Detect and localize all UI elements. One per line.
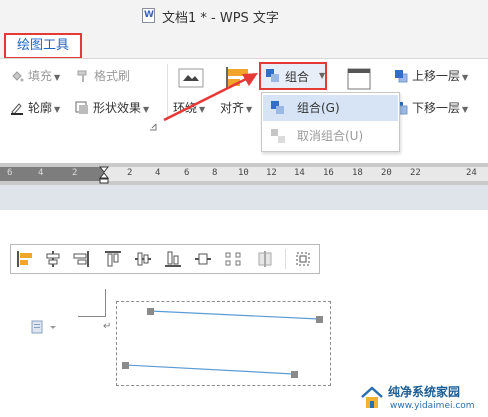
ruler-label: 20 <box>381 168 392 178</box>
line-handle[interactable] <box>122 362 129 369</box>
align-middle-icon[interactable] <box>135 251 151 267</box>
tab-drawing-tools[interactable]: 绘图工具 <box>4 33 82 59</box>
divider <box>285 249 286 269</box>
chevron-down-icon: ▼ <box>319 71 326 80</box>
ruler-label: 12 <box>266 168 277 178</box>
ribbon-tab-bar: 绘图工具 <box>0 30 488 60</box>
align-right-icon[interactable] <box>73 251 89 267</box>
ruler-label: 16 <box>323 168 334 178</box>
align-top-icon[interactable] <box>105 251 121 267</box>
ruler-label: 22 <box>410 168 421 178</box>
group-icon <box>271 101 284 114</box>
group-icon <box>266 69 279 82</box>
shape-effects-icon <box>75 101 88 114</box>
selection-pane-icon[interactable] <box>347 68 371 90</box>
format-brush-button[interactable]: 格式刷 <box>76 65 130 87</box>
menu-item-group[interactable]: 组合(G) <box>263 95 398 121</box>
line-handle[interactable] <box>291 371 298 378</box>
chevron-down-icon: ▼ <box>54 105 61 114</box>
bring-forward-button[interactable]: 上移一层 ▼ <box>394 65 468 87</box>
watermark-name: 纯净系统家园 <box>388 385 461 399</box>
ruler-label: 8 <box>212 168 218 178</box>
distribute-vertical-icon[interactable] <box>225 251 241 267</box>
equal-size-icon[interactable] <box>257 251 273 267</box>
ruler-label: 6 <box>7 168 13 178</box>
menu-item-ungroup[interactable]: 取消组合(U) <box>263 123 398 149</box>
group-dropdown-menu: 组合(G) 取消组合(U) <box>261 92 400 152</box>
ruler-label: 6 <box>184 168 190 178</box>
house-logo-icon <box>361 386 383 408</box>
line-handle[interactable] <box>316 316 323 323</box>
align-center-icon[interactable] <box>45 251 61 267</box>
ruler-labels: 6 4 2 2 4 6 8 10 12 14 16 18 20 22 24 <box>0 168 488 180</box>
distribute-horizontal-icon[interactable] <box>195 251 211 267</box>
ruler-label: 4 <box>155 168 161 178</box>
dialog-launcher-icon[interactable] <box>149 123 157 131</box>
align-bottom-icon[interactable] <box>165 251 181 267</box>
page-corner-mark <box>105 289 106 317</box>
title-bar: 文档1 * - WPS 文字 <box>0 0 488 30</box>
menu-item-ungroup-label: 取消组合(U) <box>297 129 364 143</box>
format-brush-icon <box>77 70 87 82</box>
menu-item-group-label: 组合(G) <box>297 101 340 115</box>
pencil-outline-icon <box>11 103 23 115</box>
shape-effects-button[interactable]: 形状效果 ▼ <box>75 97 149 119</box>
outline-label: 轮廓 <box>28 101 53 115</box>
window-title: 文档1 * - WPS 文字 <box>162 11 279 26</box>
ruler-label: 24 <box>466 168 477 178</box>
chevron-down-icon: ▼ <box>143 105 150 114</box>
ruler-label: 14 <box>294 168 305 178</box>
page-gap <box>0 185 488 210</box>
shape-effects-label: 形状效果 <box>93 101 142 115</box>
fill-button[interactable]: 填充 ▼ <box>10 65 60 87</box>
chevron-down-icon: ▼ <box>54 73 61 82</box>
line-handle[interactable] <box>147 308 154 315</box>
watermark-logo: 纯净系统家园 www.yidaimei.com <box>360 383 485 415</box>
select-objects-icon[interactable] <box>295 251 311 267</box>
chevron-down-icon: ▼ <box>462 73 469 82</box>
paste-options-icon[interactable] <box>30 319 60 335</box>
ruler-label: 4 <box>38 168 44 178</box>
bring-forward-label: 上移一层 <box>412 69 461 83</box>
red-arrow-annotation <box>163 73 258 122</box>
ruler-label: 2 <box>127 168 133 178</box>
fill-label: 填充 <box>28 69 53 83</box>
watermark-url: www.yidaimei.com <box>390 401 475 411</box>
send-backward-button[interactable]: 下移一层 ▼ <box>394 97 468 119</box>
ruler-label: 10 <box>238 168 249 178</box>
bring-forward-icon <box>395 70 408 83</box>
outline-button[interactable]: 轮廓 ▼ <box>10 97 60 119</box>
group-label: 组合 <box>285 70 310 84</box>
horizontal-ruler[interactable]: 6 4 2 2 4 6 8 10 12 14 16 18 20 22 24 <box>0 163 488 185</box>
align-left-icon[interactable] <box>17 251 33 267</box>
ruler-label: 2 <box>72 168 78 178</box>
indent-marker[interactable] <box>99 163 109 185</box>
send-backward-label: 下移一层 <box>412 101 461 115</box>
chevron-down-icon: ▼ <box>462 105 469 114</box>
ungroup-icon <box>271 129 285 143</box>
format-brush-label: 格式刷 <box>94 69 131 83</box>
ruler-label: 18 <box>352 168 363 178</box>
paragraph-mark-icon: ↵ <box>103 321 112 332</box>
page-corner-mark <box>78 316 106 317</box>
document-icon <box>142 8 155 23</box>
paint-bucket-icon <box>12 71 24 82</box>
group-button[interactable]: 组合 ▼ <box>259 62 327 90</box>
align-toolbar <box>10 244 320 274</box>
